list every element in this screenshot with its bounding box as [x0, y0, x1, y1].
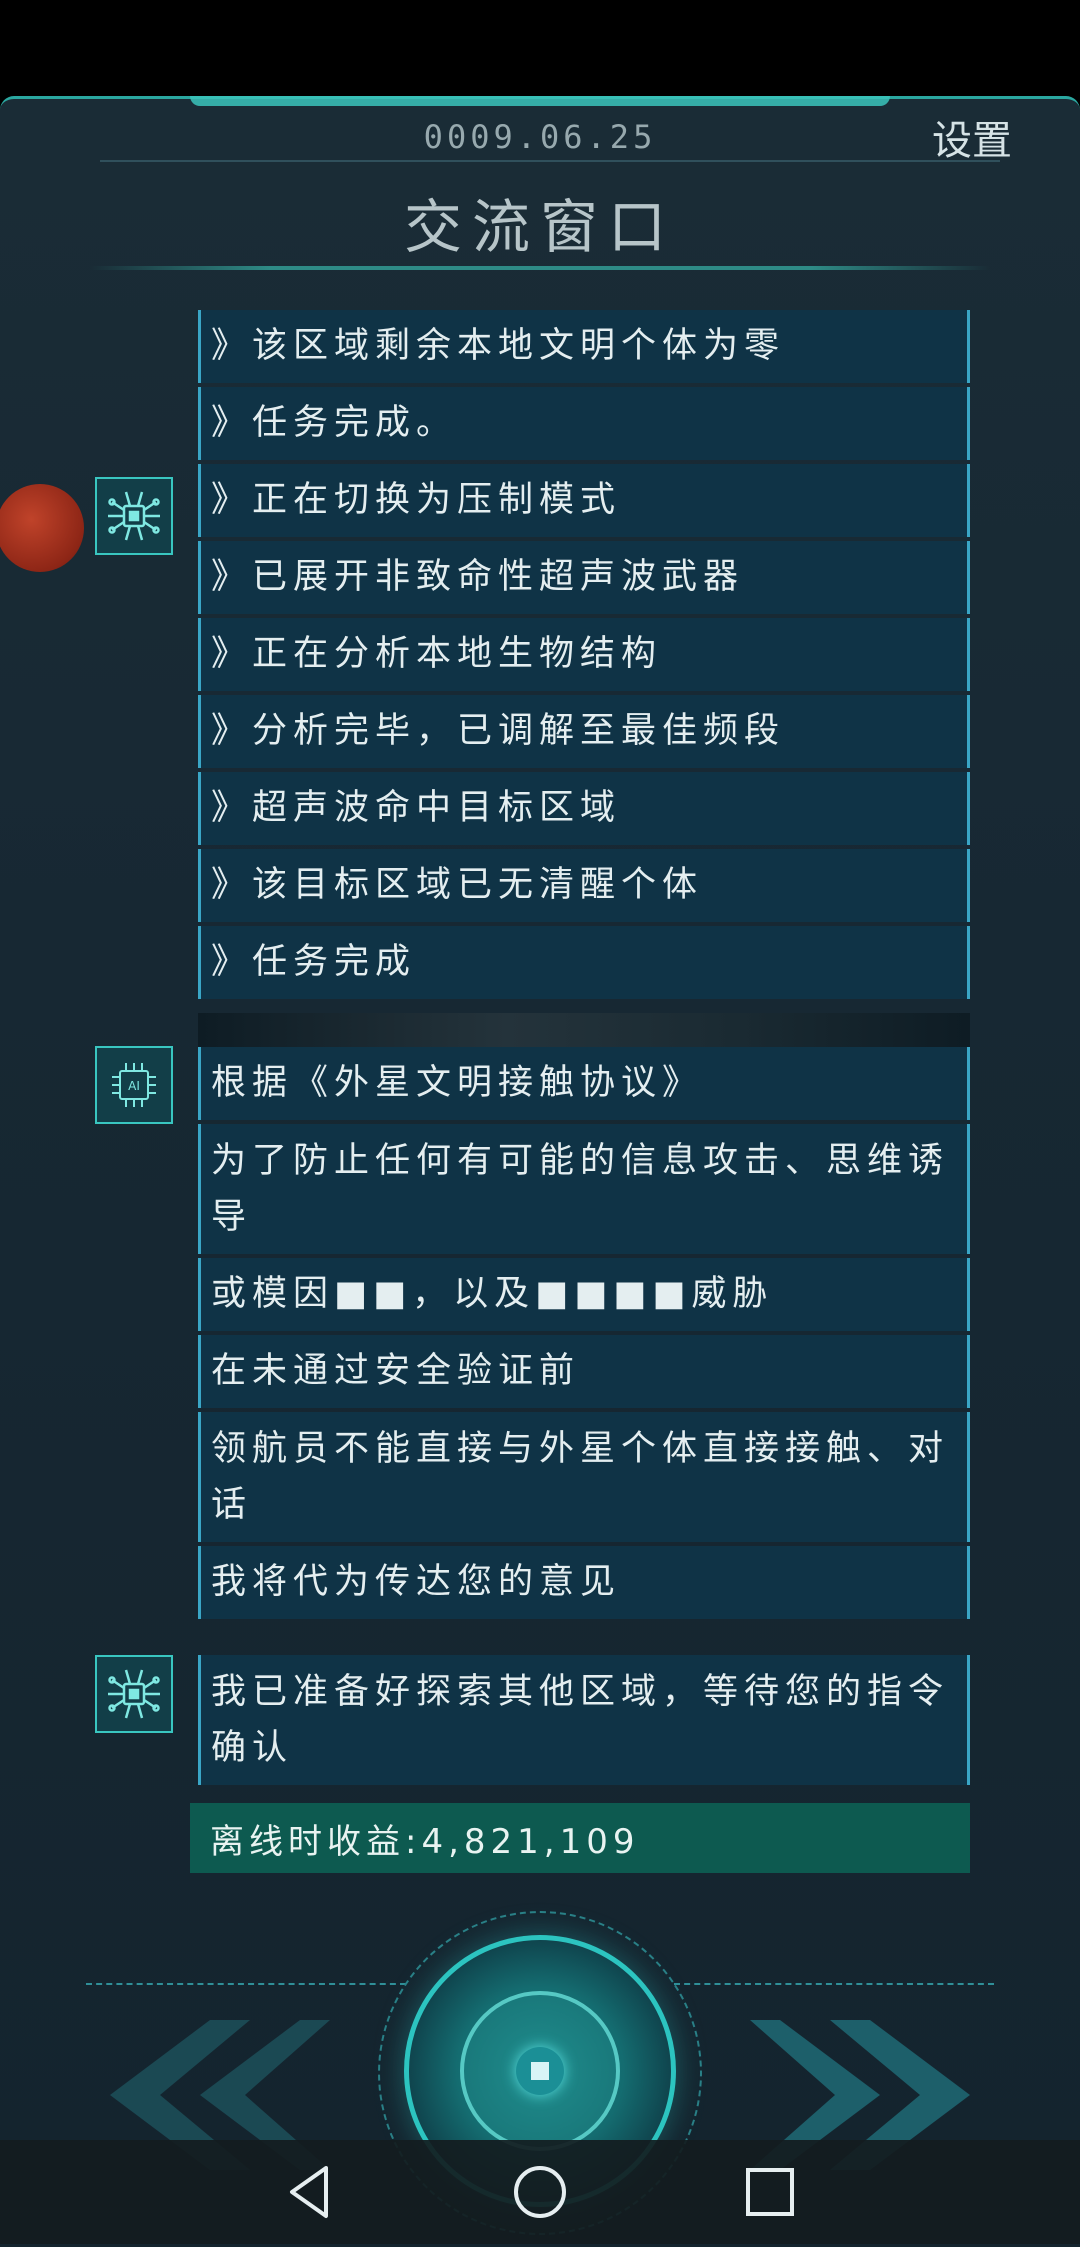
robot-message: 》超声波命中目标区域 [198, 772, 970, 845]
circle-home-icon[interactable] [510, 2162, 570, 2222]
robot-message: 》任务完成。 [198, 387, 970, 460]
ai-chip-icon: AI [112, 1063, 156, 1107]
planet-icon[interactable] [0, 484, 84, 572]
robot-message: 》任务完成 [198, 926, 970, 999]
offline-earnings: 离线时收益:4,821,109 [190, 1803, 970, 1873]
page-title: 交流窗口 [403, 193, 676, 261]
robot-message: 》正在分析本地生物结构 [198, 618, 970, 691]
robot-message: 》正在切换为压制模式 [198, 464, 970, 537]
scene-background-strip [198, 1013, 970, 1047]
robot-avatar [95, 477, 173, 555]
robot-message: 》该区域剩余本地文明个体为零 [198, 310, 970, 383]
chip-spider-icon [108, 491, 160, 541]
ai-message: 根据《外星文明接触协议》 [198, 1047, 970, 1120]
core-square-icon [516, 2047, 564, 2095]
ai-message: 在未通过安全验证前 [198, 1335, 970, 1408]
header-divider [100, 160, 1000, 162]
robot-avatar [95, 1655, 173, 1733]
robot-message-list: 》该区域剩余本地文明个体为零 》任务完成。 》正在切换为压制模式 》已展开非致命… [198, 310, 970, 1003]
ai-message: 我将代为传达您的意见 [198, 1546, 970, 1619]
top-accent [190, 96, 890, 106]
robot-message: 》已展开非致命性超声波武器 [198, 541, 970, 614]
title-divider [90, 266, 990, 270]
ai-message-list: 根据《外星文明接触协议》 为了防止任何有可能的信息攻击、思维诱导 或模因■■，以… [198, 1047, 970, 1623]
game-date: 0009.06.25 [423, 118, 657, 156]
settings-button[interactable]: 设置 [932, 108, 1012, 166]
svg-text:AI: AI [128, 1079, 140, 1093]
robot-message: 》该目标区域已无清醒个体 [198, 849, 970, 922]
control-divider-right [674, 1983, 994, 1985]
robot-final-message: 我已准备好探索其他区域，等待您的指令确认 [198, 1655, 970, 1785]
ai-message: 或模因■■，以及■■■■威胁 [198, 1258, 970, 1331]
square-recents-icon[interactable] [740, 2162, 800, 2222]
robot-final-block: 我已准备好探索其他区域，等待您的指令确认 [198, 1655, 970, 1789]
chip-spider-icon [108, 1669, 160, 1719]
ai-message: 领航员不能直接与外星个体直接接触、对话 [198, 1412, 970, 1542]
status-bar [0, 0, 1080, 96]
robot-message: 》分析完毕，已调解至最佳频段 [198, 695, 970, 768]
ai-message: 为了防止任何有可能的信息攻击、思维诱导 [198, 1124, 970, 1254]
ai-avatar: AI [95, 1046, 173, 1124]
control-divider-left [86, 1983, 406, 1985]
triangle-back-icon[interactable] [280, 2162, 340, 2222]
